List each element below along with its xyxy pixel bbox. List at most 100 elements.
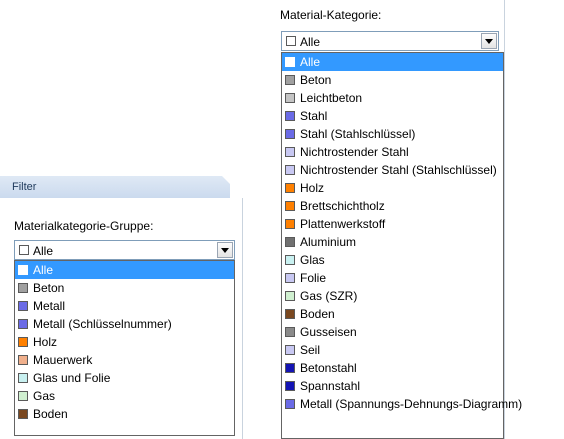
- list-item[interactable]: Boden: [282, 305, 503, 323]
- color-swatch-icon: [285, 255, 295, 265]
- color-swatch-icon: [285, 219, 295, 229]
- list-item[interactable]: Nichtrostender Stahl: [282, 143, 503, 161]
- color-swatch-icon: [285, 75, 295, 85]
- list-item[interactable]: Glas und Folie: [15, 369, 234, 387]
- list-item[interactable]: Beton: [15, 279, 234, 297]
- list-item[interactable]: Boden: [15, 405, 234, 423]
- color-swatch-icon: [285, 201, 295, 211]
- list-item[interactable]: Alle: [282, 53, 503, 71]
- list-item-label: Betonstahl: [300, 361, 357, 375]
- list-item[interactable]: Stahl (Stahlschlüssel): [282, 125, 503, 143]
- filter-panel-title: Filter: [12, 181, 37, 193]
- list-item-label: Leichtbeton: [300, 91, 363, 105]
- color-swatch-icon: [285, 381, 295, 391]
- list-item[interactable]: Beton: [282, 71, 503, 89]
- list-item[interactable]: Aluminium: [282, 233, 503, 251]
- list-item-label: Alle: [300, 55, 321, 69]
- material-category-list[interactable]: Alle Beton Leichtbeton Stahl Stahl (Stahlsch…: [281, 52, 522, 439]
- color-swatch-icon: [285, 183, 295, 193]
- material-category-group-label: Materialkategorie-Gruppe:: [14, 219, 154, 233]
- list-item-label: Boden: [33, 407, 68, 421]
- combo-value: Alle: [300, 35, 321, 49]
- color-swatch-icon: [285, 345, 295, 355]
- list-item-label: Metall (Spannungs-Dehnungs-Diagramm): [300, 397, 523, 411]
- list-item[interactable]: Alle: [15, 261, 234, 279]
- list-item[interactable]: Betonstahl: [282, 359, 503, 377]
- color-swatch-icon: [18, 265, 28, 275]
- color-swatch-icon: [18, 373, 28, 383]
- color-swatch-icon: [285, 363, 295, 373]
- list-item-label: Plattenwerkstoff: [300, 217, 386, 231]
- filter-panel-header: Filter: [0, 176, 230, 198]
- combo-color-swatch: [286, 36, 296, 46]
- color-swatch-icon: [285, 237, 295, 247]
- list-item[interactable]: Gusseisen: [282, 323, 503, 341]
- dropdown-button[interactable]: [481, 33, 497, 49]
- list-item-label: Seil: [300, 343, 321, 357]
- list-item-label: Holz: [300, 181, 325, 195]
- list-item[interactable]: Gas (SZR): [282, 287, 503, 305]
- combo-color-swatch: [19, 245, 29, 255]
- list-item-label: Nichtrostender Stahl (Stahlschlüssel): [300, 163, 497, 177]
- list-item-label: Spannstahl: [300, 379, 361, 393]
- list-item-label: Beton: [33, 281, 65, 295]
- chevron-down-icon: [221, 248, 229, 253]
- list-item-label: Gas: [33, 389, 56, 403]
- list-item-label: Glas: [300, 253, 325, 267]
- material-category-group-list[interactable]: Alle Beton Metall Metall (Schlüsselnummer) H…: [14, 260, 235, 436]
- list-item-label: Folie: [300, 271, 327, 285]
- list-item[interactable]: Gas: [15, 387, 234, 405]
- color-swatch-icon: [18, 391, 28, 401]
- list-item[interactable]: Holz: [15, 333, 234, 351]
- color-swatch-icon: [285, 327, 295, 337]
- color-swatch-icon: [285, 111, 295, 121]
- list-item-label: Aluminium: [300, 235, 357, 249]
- color-swatch-icon: [18, 337, 28, 347]
- color-swatch-icon: [285, 129, 295, 139]
- list-item-label: Mauerwerk: [33, 353, 93, 367]
- color-swatch-icon: [18, 319, 28, 329]
- color-swatch-icon: [285, 93, 295, 103]
- list-item-label: Holz: [33, 335, 58, 349]
- dropdown-button[interactable]: [217, 242, 233, 258]
- list-item-label: Stahl (Stahlschlüssel): [300, 127, 416, 141]
- color-swatch-icon: [285, 147, 295, 157]
- list-item[interactable]: Glas: [282, 251, 503, 269]
- list-item-label: Metall: [33, 299, 66, 313]
- color-swatch-icon: [18, 301, 28, 311]
- color-swatch-icon: [285, 57, 295, 67]
- list-item[interactable]: Holz: [282, 179, 503, 197]
- list-item-label: Gas (SZR): [300, 289, 358, 303]
- list-item[interactable]: Plattenwerkstoff: [282, 215, 503, 233]
- list-item-label: Metall (Schlüsselnummer): [33, 317, 172, 331]
- color-swatch-icon: [18, 355, 28, 365]
- list-item[interactable]: Folie: [282, 269, 503, 287]
- list-item[interactable]: Metall (Schlüsselnummer): [15, 315, 234, 333]
- color-swatch-icon: [285, 399, 295, 409]
- list-item-label: Glas und Folie: [33, 371, 111, 385]
- list-item-label: Stahl: [300, 109, 328, 123]
- color-swatch-icon: [285, 309, 295, 319]
- list-item[interactable]: Seil: [282, 341, 503, 359]
- list-item[interactable]: Metall: [15, 297, 234, 315]
- list-item-label: Gusseisen: [300, 325, 357, 339]
- color-swatch-icon: [285, 273, 295, 283]
- list-item[interactable]: Brettschichtholz: [282, 197, 503, 215]
- list-item[interactable]: Leichtbeton: [282, 89, 503, 107]
- list-item-label: Alle: [33, 263, 54, 277]
- list-item[interactable]: Nichtrostender Stahl (Stahlschlüssel): [282, 161, 503, 179]
- color-swatch-icon: [18, 409, 28, 419]
- list-item[interactable]: Metall (Spannungs-Dehnungs-Diagramm): [282, 395, 522, 413]
- list-item[interactable]: Stahl: [282, 107, 503, 125]
- material-category-combo[interactable]: Alle: [281, 31, 499, 51]
- color-swatch-icon: [18, 283, 28, 293]
- material-category-label: Material-Kategorie:: [280, 8, 382, 22]
- color-swatch-icon: [285, 165, 295, 175]
- list-item-label: Nichtrostender Stahl: [300, 145, 409, 159]
- color-swatch-icon: [285, 291, 295, 301]
- material-category-group-combo[interactable]: Alle: [14, 240, 235, 260]
- chevron-down-icon: [485, 39, 493, 44]
- list-item-label: Brettschichtholz: [300, 199, 385, 213]
- list-item[interactable]: Mauerwerk: [15, 351, 234, 369]
- list-item[interactable]: Spannstahl: [282, 377, 503, 395]
